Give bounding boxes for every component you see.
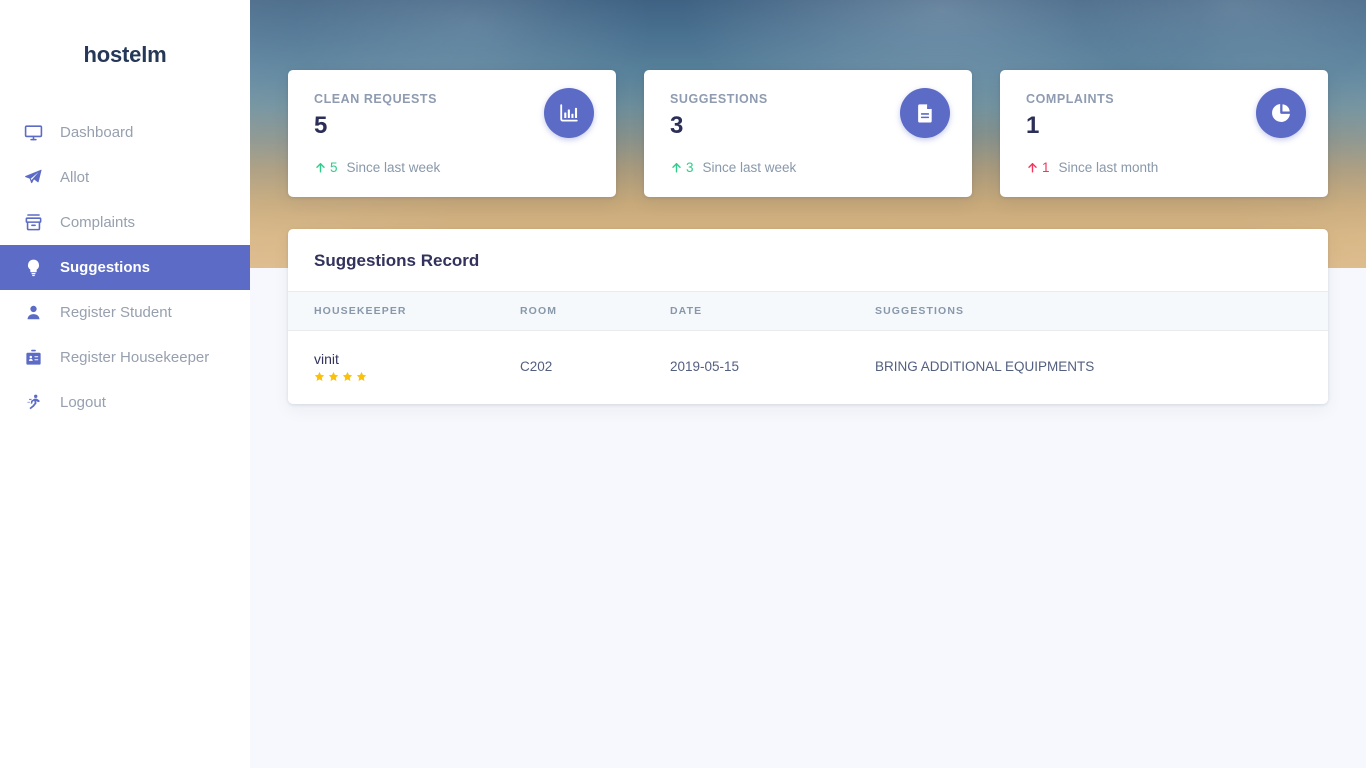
cell-room: C202 bbox=[520, 359, 553, 374]
pie-chart-icon bbox=[1256, 88, 1306, 138]
stat-card-clean-requests[interactable]: CLEAN REQUESTS 5 5 Since last week bbox=[288, 70, 616, 197]
stat-cards-row: CLEAN REQUESTS 5 5 Since last week SUGGE… bbox=[288, 70, 1328, 197]
star-icon bbox=[314, 371, 325, 382]
stat-card-complaints[interactable]: COMPLAINTS 1 1 Since last month bbox=[1000, 70, 1328, 197]
sidebar-item-label: Logout bbox=[60, 394, 106, 411]
star-icon bbox=[342, 371, 353, 382]
document-icon bbox=[900, 88, 950, 138]
card-value: 1 bbox=[1026, 112, 1040, 139]
column-header-date[interactable]: DATE bbox=[670, 291, 875, 331]
trend-text: Since last week bbox=[702, 160, 797, 175]
trend-value: 1 bbox=[1042, 160, 1050, 175]
column-header-room[interactable]: ROOM bbox=[520, 291, 670, 331]
stat-card-suggestions[interactable]: SUGGESTIONS 3 3 Since last week bbox=[644, 70, 972, 197]
table-body: vinit C202 2019-05-15 BRING ADDITIONAL E… bbox=[288, 331, 1328, 405]
trend-up-icon: 3 bbox=[670, 160, 694, 175]
running-man-icon bbox=[22, 392, 44, 414]
card-footer: 3 Since last week bbox=[670, 160, 950, 175]
cell-housekeeper: vinit bbox=[288, 331, 520, 405]
archive-box-icon bbox=[22, 212, 44, 234]
content-wrapper: CLEAN REQUESTS 5 5 Since last week SUGGE… bbox=[250, 0, 1366, 404]
card-title: COMPLAINTS bbox=[1026, 92, 1115, 106]
card-header: COMPLAINTS 1 bbox=[1026, 88, 1306, 138]
paper-plane-icon bbox=[22, 167, 44, 189]
sidebar-item-complaints[interactable]: Complaints bbox=[0, 200, 250, 245]
sidebar-item-suggestions[interactable]: Suggestions bbox=[0, 245, 250, 290]
sidebar-item-label: Register Student bbox=[60, 304, 172, 321]
cell-suggestion: BRING ADDITIONAL EQUIPMENTS bbox=[875, 359, 1095, 374]
star-icon bbox=[356, 371, 367, 382]
trend-value: 5 bbox=[330, 160, 338, 175]
sidebar: hostelm Dashboard Allot Complaints Sugge… bbox=[0, 0, 250, 768]
table-header-row: HOUSEKEEPER ROOM DATE SUGGESTIONS bbox=[288, 291, 1328, 331]
main-area: CLEAN REQUESTS 5 5 Since last week SUGGE… bbox=[250, 0, 1366, 768]
sidebar-item-label: Suggestions bbox=[60, 259, 151, 276]
column-header-suggestions[interactable]: SUGGESTIONS bbox=[875, 291, 1328, 331]
sidebar-item-dashboard[interactable]: Dashboard bbox=[0, 110, 250, 155]
monitor-icon bbox=[22, 122, 44, 144]
card-text-block: COMPLAINTS 1 bbox=[1026, 90, 1114, 138]
card-text-block: CLEAN REQUESTS 5 bbox=[314, 90, 437, 138]
cell-date: 2019-05-15 bbox=[670, 359, 740, 374]
column-header-housekeeper[interactable]: HOUSEKEEPER bbox=[288, 291, 520, 331]
table-head: HOUSEKEEPER ROOM DATE SUGGESTIONS bbox=[288, 291, 1328, 331]
trend-up-icon: 5 bbox=[314, 160, 338, 175]
housekeeper-name: vinit bbox=[314, 351, 339, 367]
sidebar-item-allot[interactable]: Allot bbox=[0, 155, 250, 200]
bar-chart-icon bbox=[544, 88, 594, 138]
trend-text: Since last week bbox=[346, 160, 441, 175]
table-row[interactable]: vinit C202 2019-05-15 BRING ADDITIONAL E… bbox=[288, 331, 1328, 405]
panel-header: Suggestions Record bbox=[288, 229, 1328, 291]
suggestions-record-panel: Suggestions Record HOUSEKEEPER ROOM DATE… bbox=[288, 229, 1328, 404]
sidebar-nav: Dashboard Allot Complaints Suggestions R… bbox=[0, 110, 250, 425]
sidebar-item-register-student[interactable]: Register Student bbox=[0, 290, 250, 335]
card-value: 5 bbox=[314, 112, 328, 139]
app-root: hostelm Dashboard Allot Complaints Sugge… bbox=[0, 0, 1366, 768]
user-icon bbox=[22, 302, 44, 324]
card-footer: 1 Since last month bbox=[1026, 160, 1306, 175]
id-card-icon bbox=[22, 347, 44, 369]
sidebar-item-register-housekeeper[interactable]: Register Housekeeper bbox=[0, 335, 250, 380]
trend-text: Since last month bbox=[1058, 160, 1159, 175]
card-title: SUGGESTIONS bbox=[670, 92, 768, 106]
sidebar-item-label: Complaints bbox=[60, 214, 136, 231]
sidebar-item-label: Dashboard bbox=[60, 124, 134, 141]
card-text-block: SUGGESTIONS 3 bbox=[670, 90, 768, 138]
panel-title: Suggestions Record bbox=[314, 251, 480, 270]
card-header: SUGGESTIONS 3 bbox=[670, 88, 950, 138]
sidebar-item-logout[interactable]: Logout bbox=[0, 380, 250, 425]
card-value: 3 bbox=[670, 112, 684, 139]
card-header: CLEAN REQUESTS 5 bbox=[314, 88, 594, 138]
card-footer: 5 Since last week bbox=[314, 160, 594, 175]
suggestions-table: HOUSEKEEPER ROOM DATE SUGGESTIONS vinit bbox=[288, 291, 1328, 404]
sidebar-item-label: Allot bbox=[60, 169, 90, 186]
trend-up-icon: 1 bbox=[1026, 160, 1050, 175]
brand-title: hostelm bbox=[83, 42, 167, 67]
sidebar-item-label: Register Housekeeper bbox=[60, 349, 210, 366]
lightbulb-icon bbox=[22, 257, 44, 279]
card-title: CLEAN REQUESTS bbox=[314, 92, 437, 106]
rating-stars bbox=[314, 371, 520, 382]
star-icon bbox=[328, 371, 339, 382]
trend-value: 3 bbox=[686, 160, 694, 175]
